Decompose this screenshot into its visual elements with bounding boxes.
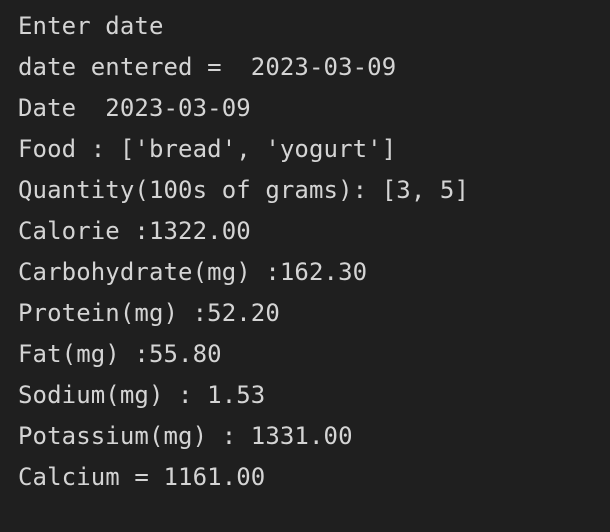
output-line-date: Date 2023-03-09 [18, 94, 251, 122]
output-line-potassium: Potassium(mg) : 1331.00 [18, 422, 353, 450]
output-line-sodium: Sodium(mg) : 1.53 [18, 381, 266, 409]
output-line-calcium: Calcium = 1161.00 [18, 463, 266, 491]
terminal-output[interactable]: Enter date date entered = 2023-03-09 Dat… [0, 0, 610, 532]
output-line-food: Food : ['bread', 'yogurt'] [18, 135, 397, 163]
output-line-quantity: Quantity(100s of grams): [3, 5] [18, 176, 470, 204]
output-line-calorie: Calorie :1322.00 [18, 217, 251, 245]
output-line-protein: Protein(mg) :52.20 [18, 299, 280, 327]
output-line-date-entered: date entered = 2023-03-09 [18, 53, 397, 81]
output-line-carbohydrate: Carbohydrate(mg) :162.30 [18, 258, 368, 286]
output-line-fat: Fat(mg) :55.80 [18, 340, 222, 368]
output-line-prompt: Enter date [18, 12, 164, 40]
